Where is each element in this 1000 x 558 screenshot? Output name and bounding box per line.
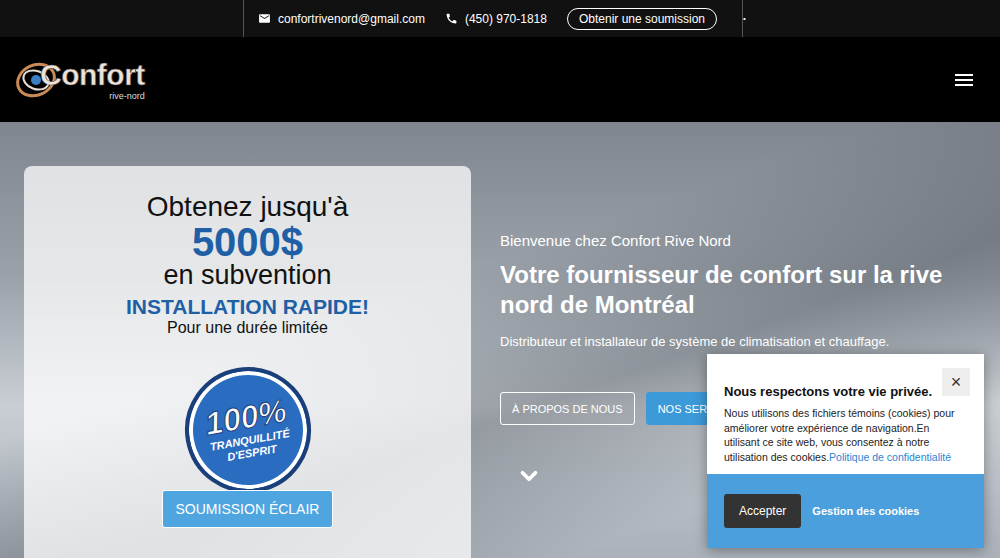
close-button[interactable]: ×	[942, 368, 970, 396]
cookie-content: Nous respectons votre vie privée. Nous ut…	[707, 354, 984, 474]
promo-note: Pour une durée limitée	[167, 318, 328, 338]
manage-cookies-link[interactable]: Gestion des cookies	[812, 505, 919, 517]
cookie-title: Nous respectons votre vie privée.	[724, 384, 933, 400]
promo-highlight: INSTALLATION RAPIDE!	[126, 296, 369, 318]
contact-group: confortrivenord@gmail.com (450) 970-1818 O…	[243, 0, 743, 37]
logo[interactable]: Confortrive-nord	[14, 52, 145, 108]
page: confortrivenord@gmail.com (450) 970-1818 O…	[0, 0, 1000, 558]
guarantee-badge: 100%TRANQUILLITÉD'ESPRIT	[175, 357, 321, 503]
phone-link[interactable]: (450) 970-1818	[445, 12, 547, 26]
cookie-actions: Accepter Gestion des cookies	[707, 474, 984, 548]
top-bar-dot[interactable]: •	[743, 14, 746, 23]
promo-line: Obtenez jusqu'à	[147, 192, 348, 222]
hamburger-menu-icon[interactable]	[954, 72, 974, 88]
accept-button[interactable]: Accepter	[724, 494, 801, 528]
logo-tagline: rive-nord	[109, 91, 145, 101]
promo-card: Obtenez jusqu'à5000$en subvention INSTALL…	[24, 166, 471, 558]
logo-name: Confort	[40, 59, 145, 91]
phone-icon	[445, 12, 458, 25]
hero-button[interactable]: À PROPOS DE NOUS	[500, 392, 635, 425]
nav-bar: Confortrive-nord	[0, 37, 1000, 122]
flash-quote-button[interactable]: SOUMISSION ÉCLAIR	[162, 490, 334, 528]
hero-title: Votre fournisseur de confort sur la rive…	[500, 260, 970, 320]
promo-amount: 5000$	[192, 222, 303, 262]
email-link[interactable]: confortrivenord@gmail.com	[258, 12, 425, 26]
hero-subtitle: Distributeur et installateur de système …	[500, 333, 970, 351]
logo-text: Confortrive-nord	[40, 59, 145, 101]
cookie-body: Nous utilisons des fichiers témoins (coo…	[724, 406, 967, 464]
quote-button[interactable]: Obtenir une soumission	[567, 8, 717, 30]
promo-line: en subvention	[163, 262, 331, 288]
mail-icon	[258, 12, 271, 25]
top-bar: confortrivenord@gmail.com (450) 970-1818 O…	[0, 0, 1000, 37]
hero-welcome: Bienvenue chez Confort Rive Nord	[500, 232, 970, 250]
cookie-banner: Nous respectons votre vie privée. Nous ut…	[707, 354, 984, 548]
privacy-link[interactable]: Politique de confidentialité	[829, 451, 951, 463]
